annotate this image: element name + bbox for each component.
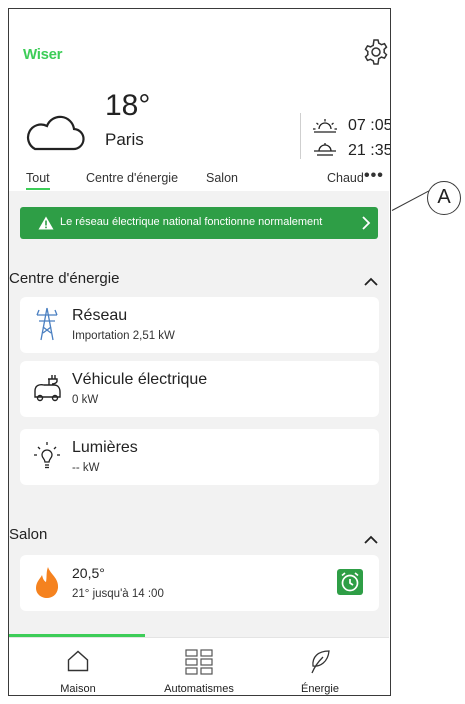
nav-automatismes[interactable]: Automatismes	[136, 638, 262, 695]
nav-label: Maison	[60, 683, 96, 695]
salon-section-title: Salon	[9, 526, 48, 543]
sunset-time: 21 :35	[348, 142, 391, 159]
callout-line	[391, 190, 430, 211]
nav-energie[interactable]: Énergie	[257, 638, 383, 695]
chevron-up-icon[interactable]	[364, 535, 378, 544]
warning-icon	[38, 216, 54, 230]
active-tab-indicator	[9, 634, 145, 637]
flame-icon	[36, 567, 59, 598]
sunrise-time: 07 :05	[348, 117, 391, 134]
card-reseau[interactable]: Réseau Importation 2,51 kW	[20, 297, 379, 353]
card-subtitle: Importation 2,51 kW	[72, 330, 175, 342]
sunset-row: 21 :35	[312, 142, 391, 162]
logo-text: Wiser	[23, 46, 63, 63]
city-name: Paris	[105, 130, 144, 149]
cloud-icon	[26, 115, 85, 151]
chevron-up-icon[interactable]	[364, 277, 378, 286]
grid-icon	[185, 649, 213, 675]
sunset-icon	[314, 143, 336, 156]
tab-centre-energie[interactable]: Centre d'énergie	[86, 171, 178, 185]
timer-button[interactable]	[337, 569, 363, 595]
power-tower-icon	[36, 307, 58, 341]
banner-text: Le réseau électrique national fonctionne…	[60, 216, 323, 228]
leaf-icon	[311, 650, 330, 674]
card-subtitle: 0 kW	[72, 394, 99, 406]
divider	[300, 113, 301, 159]
room-tabs: Tout Centre d'énergie Salon Chaud •••	[9, 167, 389, 191]
bottom-navigation: Maison Automatismes Énergie	[9, 634, 389, 695]
nav-label: Automatismes	[164, 683, 234, 695]
temperature: 18°	[105, 89, 151, 122]
energy-section-title: Centre d'énergie	[9, 270, 120, 287]
grid-status-banner[interactable]: Le réseau électrique national fonctionne…	[20, 207, 378, 239]
sunrise-icon	[313, 119, 337, 133]
card-title: Lumières	[72, 439, 138, 456]
card-vehicule-electrique[interactable]: Véhicule électrique 0 kW	[20, 361, 379, 417]
timer-icon	[341, 572, 359, 592]
schedule-text: 21° jusqu'à 14 :00	[72, 588, 164, 600]
room-temperature: 20,5°	[72, 565, 105, 581]
sunrise-row: 07 :05	[312, 117, 391, 137]
light-bulb-icon	[34, 442, 60, 469]
dashboard-content: Le réseau électrique national fonctionne…	[9, 191, 389, 637]
nav-maison[interactable]: Maison	[15, 638, 141, 695]
card-title: Véhicule électrique	[72, 371, 208, 388]
chevron-right-icon	[362, 216, 371, 230]
gear-icon[interactable]	[361, 37, 391, 67]
tab-tout[interactable]: Tout	[26, 171, 50, 190]
header: Wiser 18° Paris 07:05 21:35 Tout Centr…	[9, 9, 391, 191]
card-lumieres[interactable]: Lumières -- kW	[20, 429, 379, 485]
ev-charger-icon	[34, 375, 61, 402]
app-screen: Wiser 18° Paris 07:05 21:35 Tout Centr…	[8, 8, 391, 696]
tab-chaud[interactable]: Chaud	[327, 171, 364, 185]
wiser-logo: Wiser	[23, 46, 63, 63]
card-subtitle: -- kW	[72, 462, 100, 474]
tab-salon[interactable]: Salon	[206, 171, 238, 185]
callout-label: A	[427, 181, 461, 215]
home-icon	[67, 650, 89, 672]
card-salon-heating[interactable]: 20,5° 21° jusqu'à 14 :00	[20, 555, 379, 611]
card-title: Réseau	[72, 307, 128, 324]
more-menu-button[interactable]: •••	[364, 167, 384, 185]
nav-label: Énergie	[301, 683, 339, 695]
